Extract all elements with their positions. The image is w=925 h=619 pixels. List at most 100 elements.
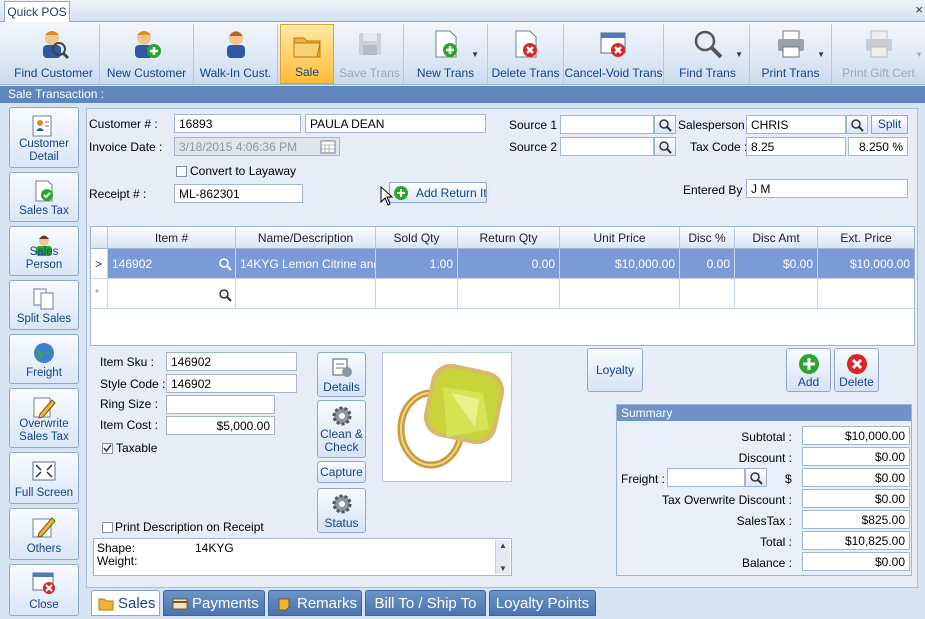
style-code-field[interactable]: 146902 [166,374,297,393]
freight-input[interactable] [667,468,745,487]
scroll-up-icon[interactable]: ▲ [499,541,507,550]
split-button[interactable]: Split [871,115,908,134]
salesperson-field[interactable]: CHRIS [746,115,846,134]
new-row-cell[interactable] [735,279,818,309]
sales-person-button[interactable]: Sales Person [9,226,79,276]
customer-name-field[interactable]: PAULA DEAN [305,114,486,133]
capture-button[interactable]: Capture [317,461,366,483]
customer-number-field[interactable]: 16893 [174,114,301,133]
description-scrollbar[interactable]: ▲ ▼ [495,540,510,574]
tab-quick-pos[interactable]: Quick POS [4,1,70,23]
delete-button[interactable]: Delete [834,348,879,392]
receipt-number-label: Receipt # : [89,187,147,201]
dropdown-arrow-icon[interactable]: ▼ [471,50,479,59]
freight-button[interactable]: Freight [9,334,79,384]
new-row-cell[interactable] [458,279,560,309]
new-row-cell[interactable] [818,279,914,309]
row-selector-icon[interactable]: > [91,249,108,279]
mouse-cursor-icon [380,186,394,206]
checkmark-icon [103,444,112,453]
cell-item-number[interactable]: 146902 [108,249,236,279]
add-return-item-button[interactable]: Add Return Ite [389,182,487,203]
freight-search-button[interactable] [745,468,767,487]
calendar-icon[interactable] [320,140,336,154]
split-sales-button[interactable]: Split Sales [9,280,79,330]
delete-trans-button[interactable]: Delete Trans [488,24,564,84]
find-customer-button[interactable]: Find Customer [8,24,100,84]
item-search-icon[interactable] [218,257,232,271]
others-button[interactable]: Others [9,508,79,560]
cell-disc-amt[interactable]: $0.00 [735,249,818,279]
walk-in-customer-button[interactable]: Walk-In Cust. [194,24,278,84]
grid-header-disc-percent[interactable]: Disc % [680,227,735,249]
tab-remarks-label: Remarks [297,595,358,612]
overwrite-sales-tax-button[interactable]: Overwrite Sales Tax [9,388,79,448]
item-search-icon[interactable] [218,288,232,302]
grid-header-name[interactable]: Name/Description [236,227,376,249]
discount-label: Discount : [738,451,792,465]
cell-ext-price[interactable]: $10,000.00 [818,249,914,279]
save-trans-button[interactable]: Save Trans [336,24,404,84]
taxable-checkbox[interactable] [102,443,113,454]
tab-payments[interactable]: Payments [163,590,265,616]
new-customer-button[interactable]: New Customer [100,24,194,84]
ring-size-field[interactable] [166,395,275,414]
loyalty-button[interactable]: Loyalty [587,348,643,392]
source1-search-button[interactable] [654,115,676,134]
customer-detail-button[interactable]: Customer Detail [9,107,79,168]
item-sku-field[interactable]: 146902 [166,352,297,371]
grid-header-return-qty[interactable]: Return Qty [458,227,560,249]
scroll-down-icon[interactable]: ▼ [499,564,507,573]
tab-loyalty-points[interactable]: Loyalty Points [489,590,596,616]
print-gift-cert-button[interactable]: Print Gift Cert ▼ [832,24,925,84]
cell-unit-price[interactable]: $10,000.00 [560,249,680,279]
description-textarea[interactable]: Shape: 14KYG Weight: ▲ ▼ [93,538,512,576]
sales-tax-icon [35,180,53,202]
add-button[interactable]: Add [786,348,831,392]
layaway-checkbox[interactable] [176,166,187,177]
new-row-cell[interactable] [560,279,680,309]
cell-disc-percent[interactable]: 0.00 [680,249,735,279]
cell-return-qty[interactable]: 0.00 [458,249,560,279]
tab-sales[interactable]: Sales [91,590,160,616]
source2-field[interactable] [560,137,654,156]
receipt-number-field[interactable]: ML-862301 [174,184,303,203]
grid-header-unit-price[interactable]: Unit Price [560,227,680,249]
grid-header-sold-qty[interactable]: Sold Qty [376,227,458,249]
new-row-cell[interactable] [376,279,458,309]
new-trans-button[interactable]: New Trans ▼ [404,24,488,84]
details-button[interactable]: Details [317,352,366,397]
cell-name[interactable]: 14KYG Lemon Citrine and... [236,249,376,279]
tax-code-field[interactable]: 8.25 [746,137,846,156]
new-row-cell[interactable] [680,279,735,309]
salesperson-search-button[interactable] [846,115,868,134]
desc-shape-value: 14KYG [195,541,234,555]
grid-header-disc-amt[interactable]: Disc Amt [735,227,818,249]
new-row-item-cell[interactable] [108,279,236,309]
new-row-cell[interactable] [236,279,376,309]
status-button[interactable]: Status [317,488,366,533]
source1-field[interactable] [560,115,654,134]
tab-bill-to-ship-to[interactable]: Bill To / Ship To [365,590,486,616]
print-description-checkbox[interactable] [102,522,113,533]
grid-header-ext-price[interactable]: Ext. Price [818,227,914,249]
close-tab-icon[interactable]: × [915,2,923,17]
grid-header-item-number[interactable]: Item # [108,227,236,249]
entered-by-field[interactable]: J M [746,179,908,198]
full-screen-button[interactable]: Full Screen [9,452,79,504]
dropdown-arrow-icon[interactable]: ▼ [817,50,825,59]
magnifier-icon [659,141,672,154]
close-button[interactable]: Close [9,564,79,616]
tab-remarks[interactable]: Remarks [268,590,362,616]
cancel-void-trans-button[interactable]: Cancel-Void Trans [564,24,664,84]
print-trans-button[interactable]: Print Trans ▼ [750,24,832,84]
freight-label: Freight : [621,472,666,486]
source2-search-button[interactable] [654,137,676,156]
cell-sold-qty[interactable]: 1.00 [376,249,458,279]
sale-button[interactable]: Sale [280,24,334,84]
item-cost-field[interactable]: $5,000.00 [166,416,275,435]
clean-check-button[interactable]: Clean & Check [317,400,366,458]
dropdown-arrow-icon[interactable]: ▼ [735,50,743,59]
sales-tax-button[interactable]: Sales Tax [9,172,79,222]
find-trans-button[interactable]: Find Trans ▼ [666,24,750,84]
